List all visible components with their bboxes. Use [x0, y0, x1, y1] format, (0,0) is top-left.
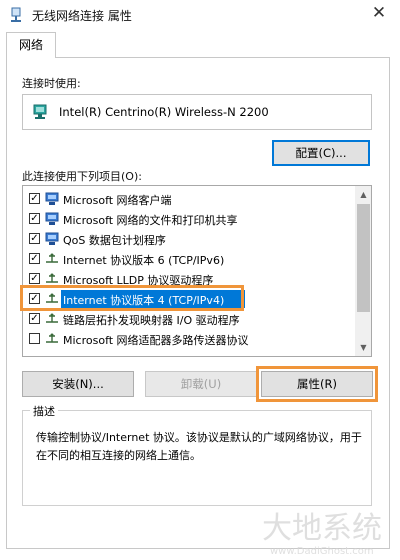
item-label: 链路层拓扑发现映射器 I/O 驱动程序	[63, 314, 240, 327]
uninstall-button-label: 卸载(U)	[180, 377, 222, 391]
list-item-selected[interactable]: ✓ Internet 协议版本 4 (TCP/IPv4)	[23, 289, 355, 309]
list-item[interactable]: ✓ QoS 数据包计划程序	[23, 229, 355, 249]
protocol-icon	[46, 313, 58, 323]
window-title: 无线网络连接 属性	[32, 9, 132, 23]
connect-using-label: 连接时使用:	[22, 77, 81, 90]
qos-icon	[45, 232, 59, 245]
configure-button-label: 配置(C)...	[295, 146, 347, 160]
protocol-icon	[46, 253, 58, 263]
list-item[interactable]: ✓ Internet 协议版本 6 (TCP/IPv6)	[23, 249, 355, 269]
item-label: Microsoft 网络客户端	[63, 194, 172, 207]
protocol-icon	[46, 273, 58, 283]
adapter-box: Intel(R) Centrino(R) Wireless-N 2200	[22, 94, 372, 130]
list-item[interactable]: ✓ Microsoft 网络客户端	[23, 189, 355, 209]
network-adapter-icon	[33, 104, 47, 119]
file-printer-sharing-icon	[45, 212, 59, 225]
list-item[interactable]: ✓ 链路层拓扑发现映射器 I/O 驱动程序	[23, 309, 355, 329]
install-button[interactable]: 安装(N)...	[22, 371, 134, 397]
item-checkbox[interactable]	[29, 333, 40, 344]
item-checkbox[interactable]: ✓	[29, 193, 40, 204]
tab-network-label: 网络	[18, 38, 43, 52]
tab-network[interactable]: 网络	[6, 32, 56, 58]
description-title: 描述	[30, 403, 58, 419]
item-label: Internet 协议版本 6 (TCP/IPv6)	[63, 254, 225, 267]
item-checkbox[interactable]: ✓	[29, 213, 40, 224]
item-label: QoS 数据包计划程序	[63, 234, 166, 247]
network-client-icon	[45, 192, 59, 205]
item-checkbox[interactable]: ✓	[29, 233, 40, 244]
items-list[interactable]: ✓ Microsoft 网络客户端 ✓ Microsoft 网络的文件和打印机共…	[22, 185, 372, 357]
description-text: 传输控制协议/Internet 协议。该协议是默认的广域网络协议，用于在不同的相…	[36, 431, 362, 462]
properties-button-label: 属性(R)	[297, 377, 337, 391]
item-checkbox[interactable]: ✓	[29, 273, 40, 284]
item-label: Internet 协议版本 4 (TCP/IPv4)	[63, 294, 225, 307]
items-section-label: 此连接使用下列项目(O):	[22, 170, 142, 183]
list-item[interactable]: ✓ Microsoft LLDP 协议驱动程序	[23, 269, 355, 289]
close-button[interactable]: ✕	[365, 2, 393, 26]
item-checkbox[interactable]: ✓	[29, 313, 40, 324]
item-label: Microsoft 网络适配器多路传送器协议	[63, 334, 249, 347]
protocol-icon	[46, 293, 58, 303]
protocol-icon	[46, 333, 58, 343]
item-label: Microsoft 网络的文件和打印机共享	[63, 214, 238, 227]
close-icon: ✕	[371, 3, 387, 23]
scroll-down-icon[interactable]: ▼	[355, 339, 371, 356]
list-item[interactable]: Microsoft 网络适配器多路传送器协议	[23, 329, 355, 349]
scroll-up-icon[interactable]: ▲	[355, 186, 371, 203]
adapter-name: Intel(R) Centrino(R) Wireless-N 2200	[59, 105, 269, 119]
list-item[interactable]: ✓ Microsoft 网络的文件和打印机共享	[23, 209, 355, 229]
configure-button[interactable]: 配置(C)...	[272, 140, 370, 166]
scrollbar-thumb[interactable]	[357, 204, 370, 312]
item-checkbox[interactable]: ✓	[29, 293, 40, 304]
title-bar: 无线网络连接 属性 ✕	[0, 0, 400, 30]
uninstall-button[interactable]: 卸载(U)	[145, 371, 257, 397]
install-button-label: 安装(N)...	[52, 377, 104, 391]
list-scrollbar[interactable]: ▲ ▼	[355, 186, 371, 356]
item-checkbox[interactable]: ✓	[29, 253, 40, 264]
network-adapter-icon	[11, 7, 21, 22]
item-label: Microsoft LLDP 协议驱动程序	[63, 274, 214, 287]
properties-button[interactable]: 属性(R)	[261, 371, 373, 397]
